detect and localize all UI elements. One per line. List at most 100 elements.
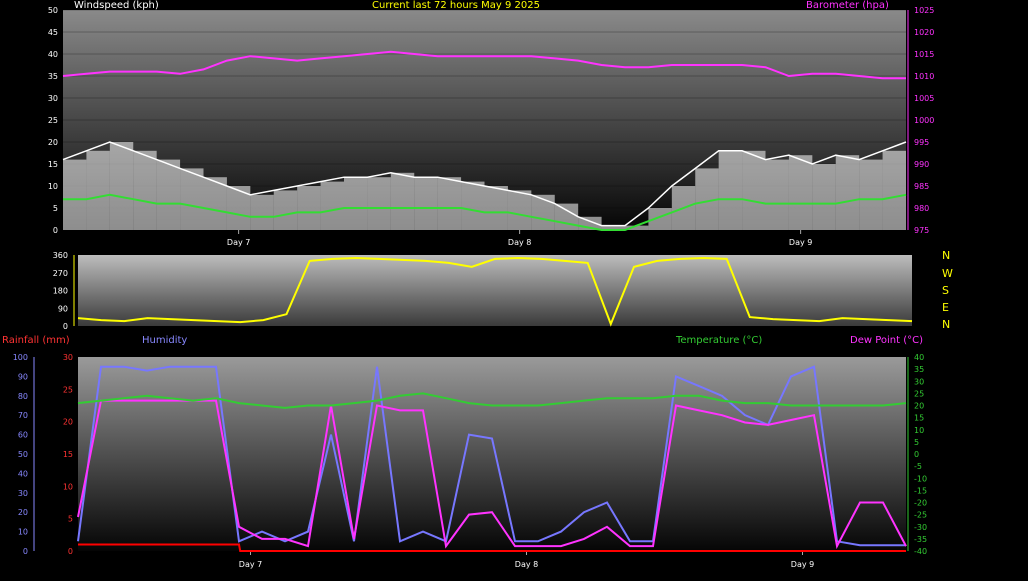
temperature-tick-label: -40 <box>914 547 927 556</box>
wind-x-label: Day 8 <box>508 238 531 247</box>
rainfall-tick-label: 15 <box>63 450 73 459</box>
wind-gust-bar <box>180 168 204 230</box>
rainfall-tick-label: 0 <box>68 547 73 556</box>
rainfall-tick-label: 5 <box>68 515 73 524</box>
barometer-tick-label: 1015 <box>914 50 934 59</box>
wind-gust-bar <box>742 150 766 230</box>
humidity-tick-label: 60 <box>18 431 28 440</box>
humidity-tick-label: 70 <box>18 411 28 420</box>
wind-gust-bar <box>531 194 555 230</box>
wind-gust-bar <box>344 177 368 230</box>
wind-gust-bar <box>86 150 110 230</box>
direction-tick-label: 360 <box>53 251 68 260</box>
wind-tick-label: 5 <box>53 204 58 213</box>
wind-tick-label: 45 <box>48 28 58 37</box>
direction-tick-label: 180 <box>53 287 68 296</box>
barometer-tick-label: 995 <box>914 138 929 147</box>
wind-gust-bar <box>367 177 391 230</box>
direction-panel-background <box>78 255 912 326</box>
temperature-tick-label: 35 <box>914 365 924 374</box>
temperature-tick-label: -20 <box>914 499 927 508</box>
temperature-tick-label: -25 <box>914 511 927 520</box>
temperature-tick-label: 25 <box>914 389 924 398</box>
wind-tick-label: 20 <box>48 138 58 147</box>
barometer-tick-label: 975 <box>914 226 929 235</box>
wind-gust-bar <box>63 159 87 230</box>
barometer-tick-label: 1000 <box>914 116 934 125</box>
climate-x-label: Day 8 <box>515 560 538 569</box>
temperature-tick-label: 0 <box>914 450 919 459</box>
wind-tick-label: 0 <box>53 226 58 235</box>
humidity-tick-label: 100 <box>13 353 28 362</box>
humidity-tick-label: 10 <box>18 528 28 537</box>
wind-gust-bar <box>250 194 274 230</box>
wind-tick-label: 50 <box>48 6 58 15</box>
barometer-tick-label: 1025 <box>914 6 934 15</box>
humidity-tick-label: 50 <box>18 450 28 459</box>
temperature-tick-label: 5 <box>914 438 919 447</box>
wind-gust-bar <box>109 142 134 230</box>
climate-x-label: Day 7 <box>239 560 262 569</box>
temperature-tick-label: 10 <box>914 426 924 435</box>
rainfall-tick-label: 20 <box>63 418 73 427</box>
barometer-tick-label: 990 <box>914 160 929 169</box>
wind-gust-bar <box>273 190 298 230</box>
temperature-tick-label: -30 <box>914 523 927 532</box>
wind-tick-label: 30 <box>48 94 58 103</box>
rainfall-tick-label: 25 <box>63 385 73 394</box>
wind-x-label: Day 9 <box>789 238 812 247</box>
rainfall-tick-label: 10 <box>63 482 73 491</box>
wind-gust-bar <box>812 164 836 230</box>
humidity-tick-label: 20 <box>18 508 28 517</box>
humidity-tick-label: 80 <box>18 392 28 401</box>
barometer-tick-label: 985 <box>914 182 929 191</box>
wind-tick-label: 25 <box>48 116 58 125</box>
wind-gust-bar <box>835 155 860 230</box>
temperature-tick-label: 30 <box>914 377 924 386</box>
wind-gust-bar <box>226 186 251 230</box>
wind-gust-bar <box>765 159 789 230</box>
temperature-tick-label: -5 <box>914 462 922 471</box>
wind-gust-bar <box>320 181 344 230</box>
wind-x-label: Day 7 <box>227 238 250 247</box>
humidity-tick-label: 30 <box>18 489 28 498</box>
temperature-tick-label: -10 <box>914 474 927 483</box>
wind-gust-bar <box>461 181 485 230</box>
temperature-tick-label: 40 <box>914 353 924 362</box>
wind-gust-bar <box>554 203 579 230</box>
wind-tick-label: 15 <box>48 160 58 169</box>
direction-tick-label: 270 <box>53 269 68 278</box>
barometer-tick-label: 1020 <box>914 28 934 37</box>
barometer-tick-label: 980 <box>914 204 929 213</box>
wind-gust-bar <box>297 186 321 230</box>
temperature-tick-label: 15 <box>914 414 924 423</box>
direction-tick-label: 90 <box>58 304 68 313</box>
climate-x-label: Day 9 <box>791 560 814 569</box>
wind-gust-bar <box>156 159 181 230</box>
temperature-tick-label: 20 <box>914 402 924 411</box>
wind-tick-label: 10 <box>48 182 58 191</box>
humidity-tick-label: 40 <box>18 469 28 478</box>
direction-tick-label: 0 <box>63 322 68 331</box>
wind-gust-bar <box>133 150 157 230</box>
wind-tick-label: 40 <box>48 50 58 59</box>
wind-tick-label: 35 <box>48 72 58 81</box>
wind-gust-bar <box>437 177 462 230</box>
humidity-tick-label: 90 <box>18 372 28 381</box>
climate-panel-background <box>78 357 906 551</box>
rainfall-tick-label: 30 <box>63 353 73 362</box>
wind-gust-bar <box>484 186 508 230</box>
barometer-tick-label: 1010 <box>914 72 934 81</box>
temperature-tick-label: -35 <box>914 535 927 544</box>
temperature-tick-label: -15 <box>914 486 927 495</box>
wind-gust-bar <box>507 190 532 230</box>
wind-gust-bar <box>882 150 906 230</box>
wind-gust-bar <box>859 159 883 230</box>
wind-gust-bar <box>788 155 813 230</box>
wind-gust-bar <box>390 172 415 230</box>
barometer-tick-label: 1005 <box>914 94 934 103</box>
wind-gust-bar <box>414 177 438 230</box>
wind-gust-bar <box>718 150 743 230</box>
humidity-tick-label: 0 <box>23 547 28 556</box>
weather-charts: 0510152025303540455097598098599099510001… <box>13 6 935 569</box>
